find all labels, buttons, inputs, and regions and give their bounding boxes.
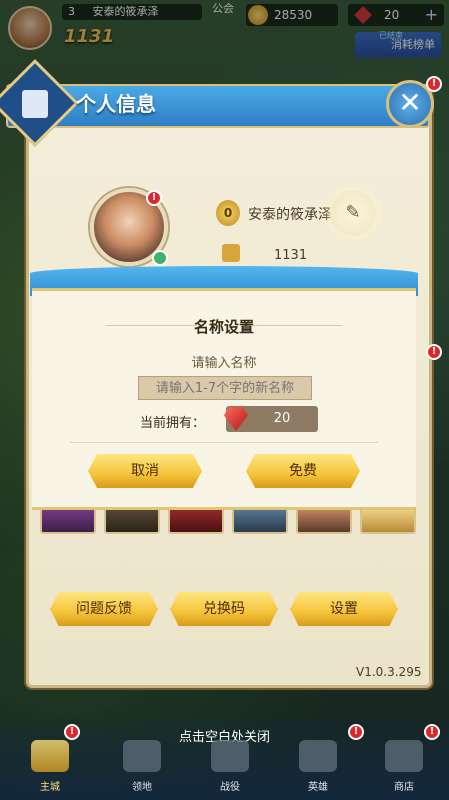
swords-icon — [211, 740, 249, 772]
alert-badge-icon: ! — [426, 344, 442, 360]
owned-label: 当前拥有： — [140, 416, 206, 431]
dialog-divider — [70, 442, 378, 443]
nav-shop[interactable]: 商店 — [364, 740, 444, 800]
profile-card-icon — [22, 90, 48, 118]
quill-icon: ✎ — [345, 202, 361, 223]
alert-badge-icon: ! — [64, 724, 80, 740]
dialog-hint: 请输入名称 — [191, 356, 257, 371]
nav-heroes[interactable]: 英雄 — [278, 740, 358, 800]
helmet-icon — [299, 740, 337, 772]
nav-campaign[interactable]: 战役 — [190, 740, 270, 800]
nav-label: 英雄 — [308, 782, 328, 793]
hero-slot[interactable] — [40, 506, 96, 534]
rank-badge: 0 — [216, 200, 240, 226]
territory-icon — [123, 740, 161, 772]
settings-button[interactable]: 设置 — [290, 592, 398, 626]
settings-gear-icon[interactable] — [152, 250, 168, 266]
hero-slot[interactable] — [296, 506, 352, 534]
alert-badge-icon: ! — [424, 724, 440, 740]
shop-icon — [385, 740, 423, 772]
hero-slot[interactable] — [104, 506, 160, 534]
nav-territory[interactable]: 领地 — [102, 740, 182, 800]
hero-slot[interactable] — [360, 506, 416, 534]
nav-label: 战役 — [220, 782, 240, 793]
nav-label: 领地 — [132, 782, 152, 793]
hero-strip — [40, 506, 418, 536]
dialog-title: 名称设置 — [193, 318, 254, 336]
redeem-code-button[interactable]: 兑换码 — [170, 592, 278, 626]
hero-slot[interactable] — [168, 506, 224, 534]
alert-badge-icon: ! — [146, 190, 162, 206]
owned-gems-value: 20 — [273, 411, 291, 426]
alert-badge-icon: ! — [348, 724, 364, 740]
player-name: 安泰的筱承泽 — [248, 207, 332, 223]
alert-badge-icon: ! — [426, 76, 442, 92]
nav-home[interactable]: 主城 — [10, 740, 90, 800]
power-value: 1131 — [274, 248, 308, 263]
version-label: V1.0.3.295 — [356, 665, 422, 679]
nav-label: 主城 — [40, 782, 60, 793]
rename-dialog: 名称设置 请输入名称 当前拥有： 20 取消 免费 — [30, 266, 418, 510]
cancel-button[interactable]: 取消 — [88, 454, 202, 488]
free-rename-button[interactable]: 免费 — [246, 454, 360, 488]
power-icon — [222, 244, 240, 262]
nav-label: 商店 — [394, 782, 414, 793]
feedback-button[interactable]: 问题反馈 — [50, 592, 158, 626]
new-name-input[interactable] — [138, 376, 312, 400]
hero-slot[interactable] — [232, 506, 288, 534]
panel-title: 个人信息 — [76, 92, 156, 116]
castle-icon — [31, 740, 69, 772]
edit-name-button[interactable]: ✎ — [330, 190, 376, 236]
